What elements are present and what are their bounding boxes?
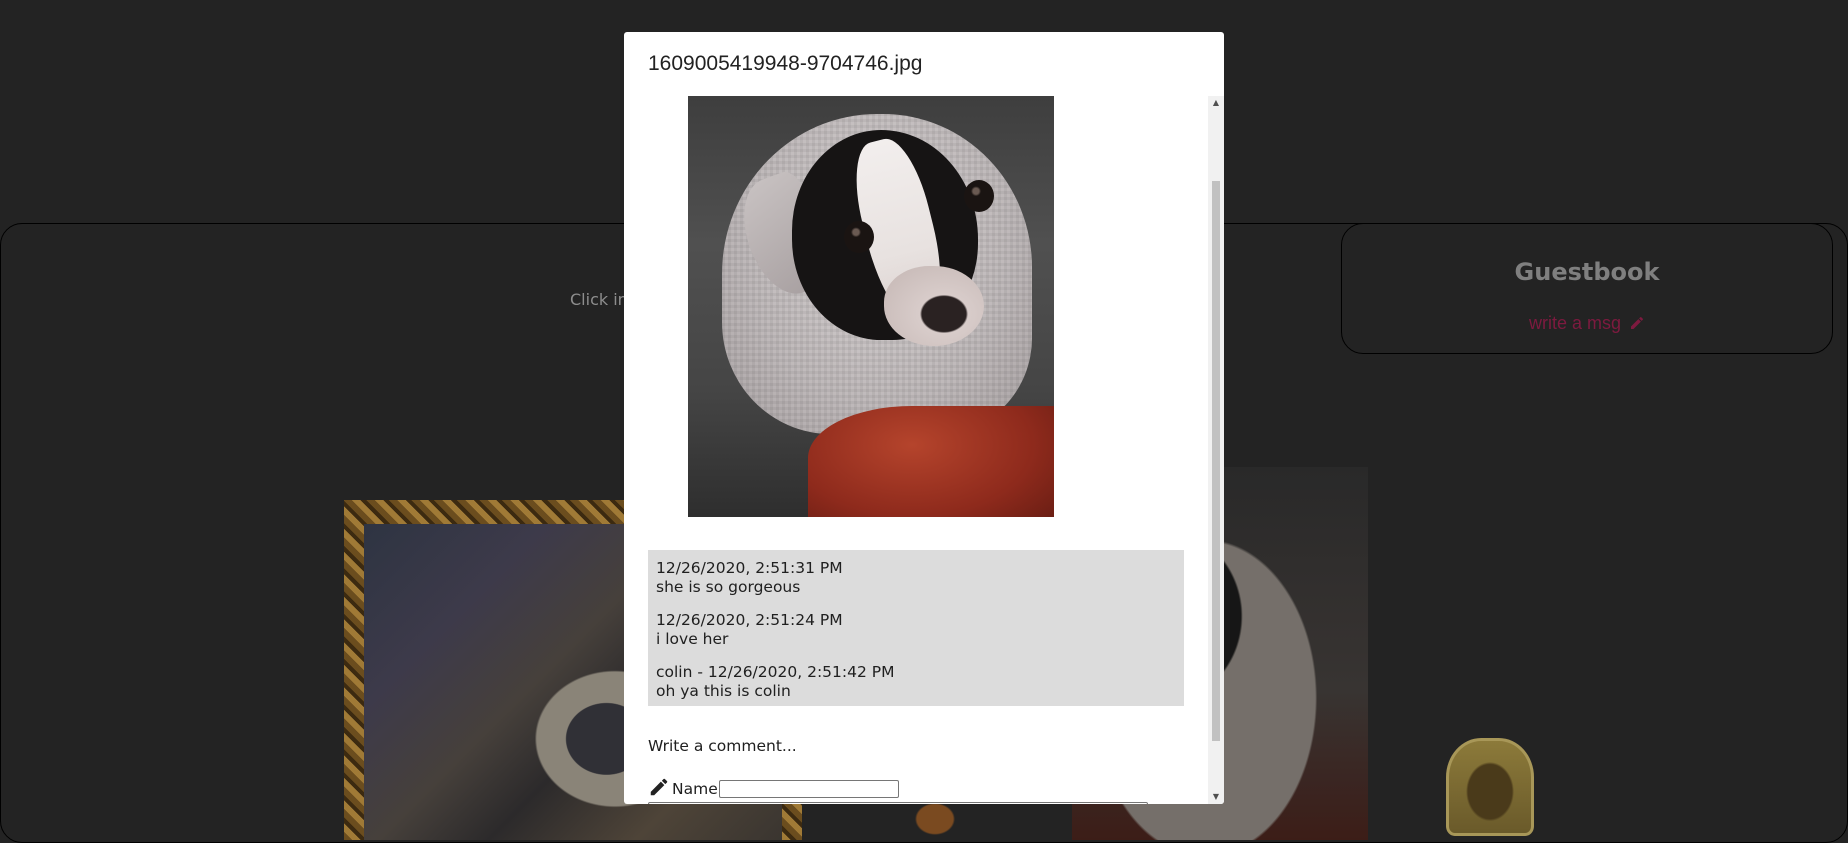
guestbook-title: Guestbook bbox=[1514, 258, 1660, 286]
modal-photo bbox=[688, 96, 1054, 517]
comment-textarea[interactable] bbox=[648, 802, 1148, 804]
comment-header: 12/26/2020, 2:51:31 PM bbox=[656, 559, 843, 577]
name-label: Name bbox=[672, 780, 718, 798]
photo-dog-eye-right bbox=[964, 180, 994, 212]
scroll-up-arrow-icon[interactable]: ▲ bbox=[1208, 96, 1224, 110]
scroll-down-arrow-icon[interactable]: ▼ bbox=[1208, 790, 1224, 804]
name-row: Name bbox=[648, 776, 899, 798]
photo-jacket bbox=[808, 406, 1054, 517]
comment-item: colin - 12/26/2020, 2:51:42 PM oh ya thi… bbox=[656, 663, 894, 701]
modal-body: 12/26/2020, 2:51:31 PM she is so gorgeou… bbox=[624, 96, 1208, 804]
comment-item: 12/26/2020, 2:51:24 PM i love her bbox=[656, 611, 843, 649]
modal-title: 1609005419948-9704746.jpg bbox=[648, 52, 923, 75]
image-modal: 1609005419948-9704746.jpg 12/26/2020, 2:… bbox=[624, 32, 1224, 804]
photo-dog-muzzle bbox=[884, 266, 984, 346]
pencil-icon bbox=[650, 778, 668, 796]
comments-list: 12/26/2020, 2:51:31 PM she is so gorgeou… bbox=[648, 550, 1184, 706]
write-comment-label: Write a comment... bbox=[648, 737, 797, 755]
guestbook-panel: Guestbook write a msg bbox=[1341, 223, 1833, 354]
comment-header: 12/26/2020, 2:51:24 PM bbox=[656, 611, 843, 629]
write-msg-link[interactable]: write a msg bbox=[1342, 313, 1832, 334]
comment-header: colin - 12/26/2020, 2:51:42 PM bbox=[656, 663, 895, 681]
gallery-thumbnail-ornament[interactable] bbox=[1446, 738, 1534, 836]
comment-text: she is so gorgeous bbox=[656, 578, 801, 596]
name-input[interactable] bbox=[718, 780, 899, 798]
comment-text: i love her bbox=[656, 630, 729, 648]
scrollbar-thumb[interactable] bbox=[1212, 181, 1220, 741]
write-msg-label: write a msg bbox=[1528, 313, 1621, 333]
pencil-icon bbox=[1631, 316, 1644, 329]
comment-text: oh ya this is colin bbox=[656, 682, 791, 700]
comment-item: 12/26/2020, 2:51:31 PM she is so gorgeou… bbox=[656, 559, 843, 597]
photo-dog-eye-left bbox=[844, 221, 874, 253]
modal-scrollbar[interactable]: ▲ ▼ bbox=[1208, 96, 1224, 804]
